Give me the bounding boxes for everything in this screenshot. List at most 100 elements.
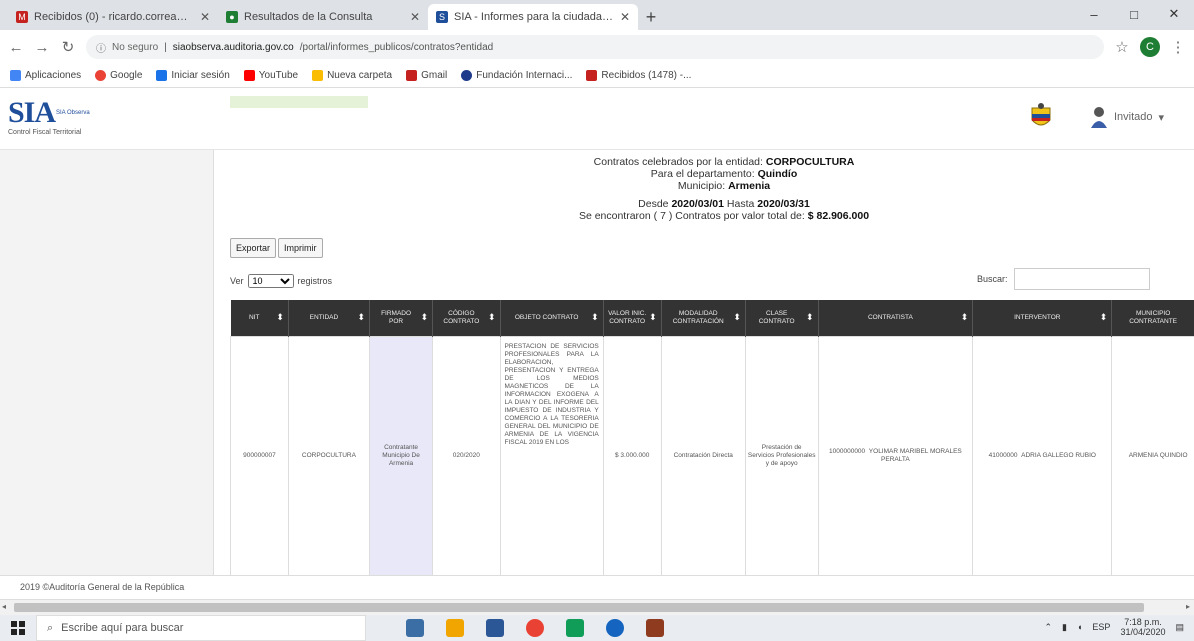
bookmark-label: Aplicaciones: [25, 70, 82, 81]
bookmark-inbox[interactable]: Recibidos (1478) -...: [586, 70, 691, 81]
close-icon[interactable]: ✕: [410, 10, 420, 24]
back-icon[interactable]: ←: [8, 39, 24, 56]
column-header-label: OBJETO CONTRATO: [514, 313, 579, 321]
print-button[interactable]: Imprimir: [278, 238, 323, 258]
tab-sia[interactable]: S SIA - Informes para la ciudadanía ✕: [428, 4, 638, 30]
table-search: Buscar:: [977, 268, 1150, 290]
column-header[interactable]: OBJETO CONTRATO ⬍: [500, 300, 604, 336]
column-header[interactable]: CLASE CONTRATO ⬍: [745, 300, 819, 336]
column-header[interactable]: VALOR INIC. CONTRATO ⬍: [603, 300, 662, 336]
star-icon[interactable]: ☆: [1114, 38, 1130, 56]
bookmarks-bar: Aplicaciones Google Iniciar sesión YouTu…: [0, 64, 1194, 88]
taskbar-apps: [406, 619, 664, 637]
profile-avatar[interactable]: C: [1140, 37, 1160, 57]
column-header[interactable]: INTERVENTOR ⬍: [972, 300, 1113, 336]
new-tab-button[interactable]: +: [638, 4, 664, 30]
bookmark-label: YouTube: [258, 70, 299, 81]
summary-label: Desde: [638, 198, 669, 210]
system-tray: ⌃ ▮ ◖ ESP 7:18 p.m. 31/04/2020 ▤: [1044, 617, 1184, 637]
sia-icon: S: [436, 11, 448, 23]
tab-results[interactable]: ● Resultados de la Consulta ✕: [218, 4, 428, 30]
excel-icon[interactable]: [566, 619, 584, 637]
column-header-label: FIRMADO POR: [381, 309, 412, 325]
search-input[interactable]: [1013, 268, 1150, 290]
bookmark-label: Iniciar sesión: [171, 70, 230, 81]
bookmark-folder[interactable]: Nueva carpeta: [312, 70, 392, 81]
menu-icon[interactable]: ⋮: [1170, 38, 1186, 56]
close-icon[interactable]: ✕: [200, 10, 210, 24]
tab-label: Resultados de la Consulta: [244, 11, 373, 23]
bookmark-login[interactable]: Iniciar sesión: [156, 70, 230, 81]
column-header[interactable]: NIT ⬍: [230, 300, 289, 336]
column-header-label: CLASE CONTRATO: [758, 309, 795, 325]
export-button[interactable]: Exportar: [230, 238, 277, 258]
column-header[interactable]: CÓDIGO CONTRATO ⬍: [432, 300, 501, 336]
clock[interactable]: 7:18 p.m. 31/04/2020: [1120, 617, 1165, 637]
chevron-up-icon[interactable]: ⌃: [1044, 622, 1052, 633]
scrollbar-thumb[interactable]: [14, 603, 1144, 612]
task-view-icon[interactable]: [406, 619, 424, 637]
app-icon[interactable]: [646, 619, 664, 637]
forward-icon[interactable]: →: [34, 39, 50, 56]
cell-entity: CORPOCULTURA: [287, 335, 370, 575]
bookmark-label: Gmail: [421, 70, 448, 81]
column-header[interactable]: ENTIDAD ⬍: [288, 300, 370, 336]
minimize-button[interactable]: –: [1074, 0, 1114, 28]
sort-icon: ⬍: [487, 312, 496, 322]
chrome-icon[interactable]: [526, 619, 544, 637]
url-input[interactable]: ⓘ No seguro | siaobserva.auditoria.gov.c…: [86, 35, 1104, 59]
maximize-button[interactable]: □: [1114, 0, 1154, 28]
column-header[interactable]: MUNICIPIO CONTRATANTE⬍: [1111, 300, 1194, 336]
gmail-icon: M: [16, 11, 28, 23]
language-indicator[interactable]: ESP: [1092, 622, 1110, 632]
horizontal-scrollbar[interactable]: ◂ ▸: [0, 599, 1194, 615]
sort-icon: ⬍: [357, 312, 365, 322]
folder-icon: [312, 70, 324, 81]
edge-icon[interactable]: [606, 619, 624, 637]
windows-start-icon[interactable]: [0, 621, 36, 635]
url-separator: |: [164, 41, 167, 53]
taskbar-search-input[interactable]: ⌕ Escribe aquí para buscar: [36, 615, 366, 641]
page-length-select[interactable]: 10: [247, 274, 294, 288]
cell-municipality: ARMENIA QUINDIO: [1111, 335, 1194, 575]
column-header[interactable]: MODALIDAD CONTRATACIÓN ⬍: [661, 300, 746, 336]
contracts-table: NIT ⬍ ENTIDAD ⬍ FIRMADO POR ⬍ CÓDIGO CONTRA…: [230, 300, 1194, 575]
file-explorer-icon[interactable]: [446, 619, 464, 637]
bookmark-gmail[interactable]: Gmail: [406, 70, 447, 81]
url-security-label: No seguro: [112, 41, 159, 53]
tab-gmail[interactable]: M Recibidos (0) - ricardo.correa@gm... ✕: [8, 4, 218, 30]
scroll-right-icon[interactable]: ▸: [1186, 602, 1190, 611]
column-header[interactable]: FIRMADO POR ⬍: [369, 300, 434, 336]
scroll-left-icon[interactable]: ◂: [2, 602, 6, 611]
windows-taskbar: ⌕ Escribe aquí para buscar ⌃ ▮ ◖ ESP 7:1…: [0, 615, 1194, 641]
summary-label: Municipio:: [677, 180, 726, 192]
column-header[interactable]: CONTRATISTA ⬍: [818, 300, 974, 336]
column-header-label: NIT: [248, 313, 260, 321]
bookmark-apps[interactable]: Aplicaciones: [10, 70, 81, 81]
bookmark-foundation[interactable]: Fundación Internaci...: [461, 70, 572, 81]
bookmark-google[interactable]: Google: [95, 70, 142, 81]
show-label: Ver: [230, 276, 244, 286]
cell-modality: Contratación Directa: [660, 335, 746, 575]
close-icon[interactable]: ✕: [620, 10, 630, 24]
word-icon[interactable]: [486, 619, 504, 637]
notifications-icon[interactable]: ▤: [1175, 622, 1184, 633]
network-icon[interactable]: ▮: [1062, 622, 1067, 633]
volume-icon[interactable]: ◖: [1077, 622, 1082, 632]
search-label: Buscar:: [977, 274, 1008, 284]
cell-code: 020/2020: [432, 335, 501, 575]
clock-time: 7:18 p.m.: [1124, 617, 1162, 627]
youtube-icon: [243, 70, 255, 81]
reload-icon[interactable]: ↻: [60, 38, 76, 56]
sia-logo[interactable]: SIA SIA Observa Control Fiscal Territori…: [8, 98, 108, 142]
summary-label: Contratos celebrados por la entidad:: [593, 156, 763, 168]
close-window-button[interactable]: ✕: [1154, 0, 1194, 28]
column-header-label: INTERVENTOR: [1014, 313, 1061, 321]
table-row[interactable]: 900000007 CORPOCULTURA Contratante Munic…: [230, 335, 1194, 575]
results-summary: Contratos celebrados por la entidad: COR…: [524, 156, 924, 222]
chevron-down-icon: ▾: [1158, 111, 1165, 124]
user-menu[interactable]: Invitado ▾: [1090, 106, 1164, 128]
bookmark-youtube[interactable]: YouTube: [243, 70, 299, 81]
municipality-name: Armenia: [728, 180, 771, 192]
interventor-name: ADRIA GALLEGO RUBIO: [1021, 452, 1096, 459]
